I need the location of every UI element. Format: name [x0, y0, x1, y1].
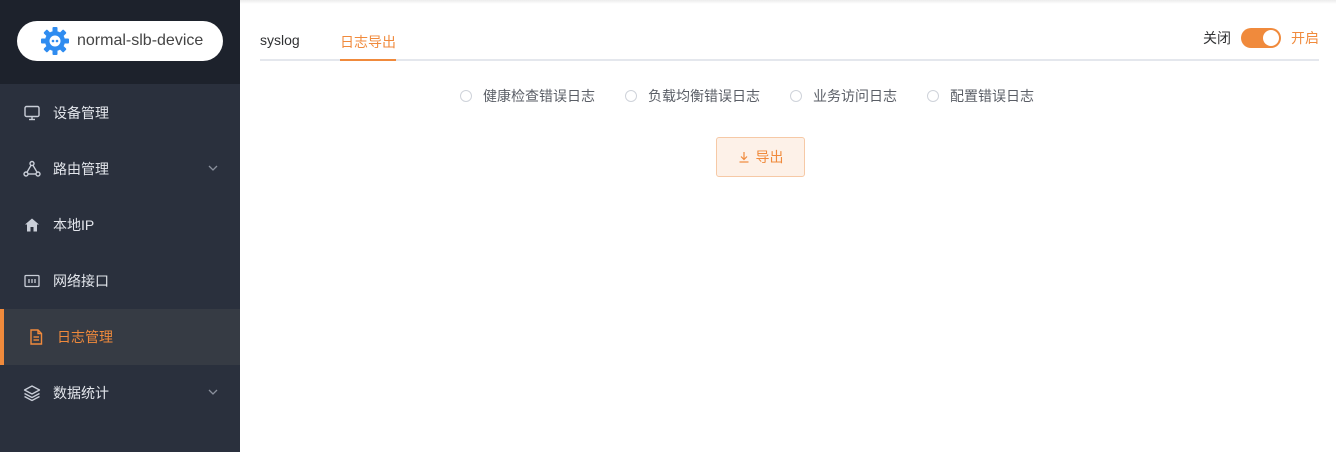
switch-on-label[interactable]: 开启 — [1291, 28, 1319, 48]
sidebar-item-device-management[interactable]: 设备管理 — [0, 85, 240, 141]
monitor-icon — [22, 103, 42, 123]
radio-circle[interactable] — [927, 90, 939, 102]
log-switch-group: 关闭 开启 — [1203, 28, 1319, 48]
radio-circle[interactable] — [790, 90, 802, 102]
sidebar-item-statistics[interactable]: 数据统计 — [0, 365, 240, 421]
document-icon — [26, 327, 46, 347]
radio-label: 健康检查错误日志 — [483, 88, 595, 104]
layers-icon — [22, 383, 42, 403]
radio-circle[interactable] — [460, 90, 472, 102]
export-button-label: 导出 — [755, 149, 784, 165]
sidebar-item-route-management[interactable]: 路由管理 — [0, 141, 240, 197]
interface-icon — [22, 271, 42, 291]
device-selector[interactable]: normal-slb-device — [17, 21, 223, 61]
radio-config-error-log[interactable]: 配置错误日志 — [927, 86, 1034, 106]
chevron-down-icon — [206, 385, 220, 399]
tab-log-export[interactable]: 日志导出 — [340, 32, 396, 61]
sidebar-item-label: 数据统计 — [53, 385, 109, 401]
sidebar-item-label: 路由管理 — [53, 161, 109, 177]
chevron-down-icon — [206, 161, 220, 175]
sidebar: normal-slb-device 设备管理 路由管理 本地IP 网络接口 日志… — [0, 0, 240, 452]
sidebar-item-label: 本地IP — [53, 217, 95, 233]
radio-load-balance-error-log[interactable]: 负载均衡错误日志 — [625, 86, 760, 106]
switch-off-label[interactable]: 关闭 — [1203, 28, 1231, 48]
tab-syslog[interactable]: syslog — [260, 32, 300, 61]
radio-label: 负载均衡错误日志 — [648, 88, 760, 104]
log-toggle-switch[interactable] — [1241, 28, 1281, 48]
radio-circle[interactable] — [625, 90, 637, 102]
radio-business-access-log[interactable]: 业务访问日志 — [790, 86, 897, 106]
tab-bar: syslog 日志导出 — [260, 20, 1319, 61]
sidebar-item-label: 日志管理 — [57, 329, 113, 345]
radio-health-check-error-log[interactable]: 健康检查错误日志 — [460, 86, 595, 106]
route-icon — [22, 159, 42, 179]
home-icon — [22, 215, 42, 235]
radio-label: 业务访问日志 — [813, 88, 897, 104]
header-shadow — [240, 0, 1336, 4]
sidebar-item-log-management[interactable]: 日志管理 — [0, 309, 240, 365]
radio-label: 配置错误日志 — [950, 88, 1034, 104]
download-icon — [738, 151, 750, 163]
device-name: normal-slb-device — [77, 32, 204, 49]
sidebar-item-network-interface[interactable]: 网络接口 — [0, 253, 240, 309]
gear-icon — [39, 25, 71, 57]
sidebar-item-label: 设备管理 — [53, 105, 109, 121]
sidebar-menu: 设备管理 路由管理 本地IP 网络接口 日志管理 数据统计 — [0, 85, 240, 421]
sidebar-item-local-ip[interactable]: 本地IP — [0, 197, 240, 253]
switch-knob — [1263, 30, 1279, 46]
sidebar-item-label: 网络接口 — [53, 273, 109, 289]
log-type-radio-group: 健康检查错误日志 负载均衡错误日志 业务访问日志 配置错误日志 — [460, 86, 1034, 106]
sidebar-header: normal-slb-device — [0, 0, 240, 84]
export-button[interactable]: 导出 — [716, 137, 805, 177]
